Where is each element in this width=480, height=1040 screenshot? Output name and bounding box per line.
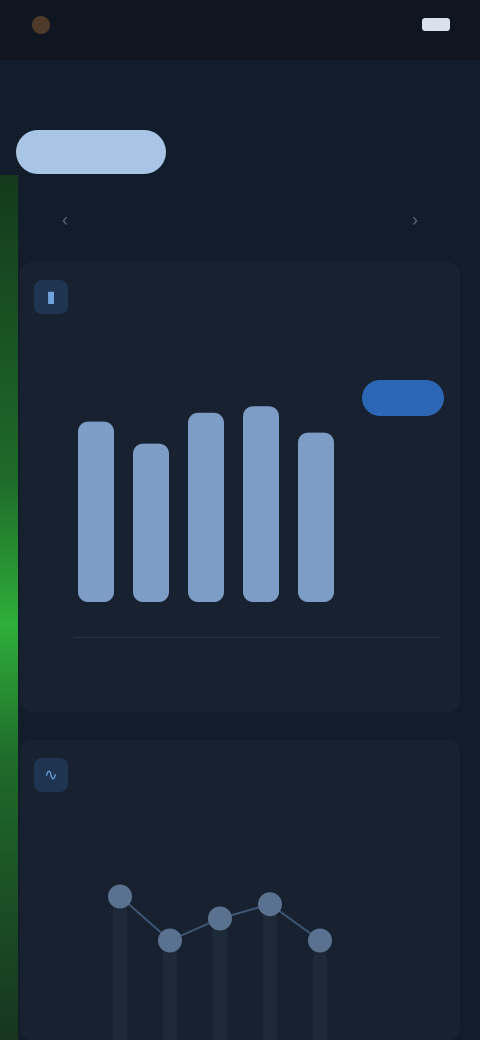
segmented-control [16, 124, 464, 180]
next-arrow-icon[interactable]: › [400, 210, 430, 231]
bar-1[interactable] [133, 443, 169, 602]
status-icons [412, 18, 450, 31]
line-point-4[interactable] [308, 928, 332, 953]
segment-tab-2[interactable] [166, 130, 315, 174]
brand [32, 16, 58, 34]
bar-4[interactable] [298, 432, 334, 602]
segment-tab-1[interactable] [16, 130, 166, 174]
bar-chart [78, 406, 334, 602]
header [0, 64, 480, 114]
bar-chart-card: ▮ [20, 262, 460, 712]
line-point-2[interactable] [208, 906, 232, 931]
battery-icon [422, 18, 450, 31]
line-chart-card: ∿ [20, 740, 460, 1040]
date-navigator: ‹ › [50, 198, 430, 242]
accent-strip [0, 175, 18, 1040]
bar-3[interactable] [243, 406, 279, 602]
status-bar [0, 0, 480, 60]
prev-arrow-icon[interactable]: ‹ [50, 210, 80, 231]
line-point-0[interactable] [108, 884, 132, 909]
line-chart [108, 884, 332, 1040]
line-point-1[interactable] [158, 928, 182, 953]
segment-tab-3[interactable] [315, 130, 464, 174]
x-axis [74, 637, 440, 638]
brand-logo-icon [32, 16, 50, 34]
bar-2[interactable] [188, 412, 224, 602]
line-point-3[interactable] [258, 892, 282, 917]
bar-0[interactable] [78, 421, 114, 602]
